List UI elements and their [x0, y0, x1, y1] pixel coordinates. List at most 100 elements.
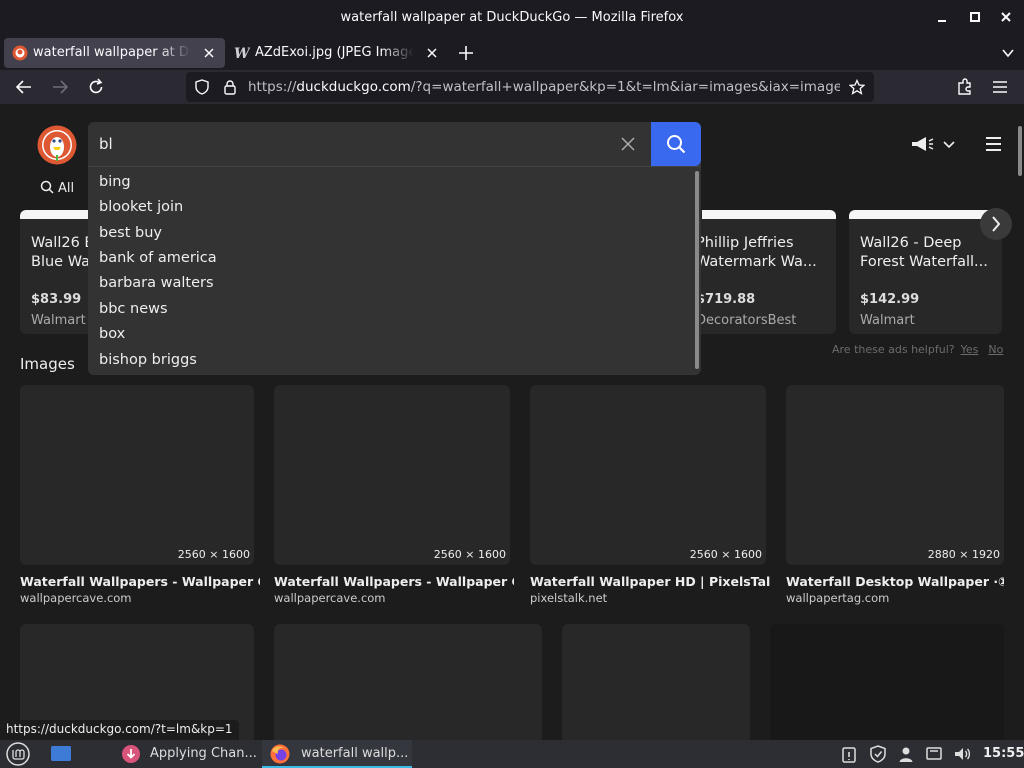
image-tile[interactable]: 2560 × 1600 — [530, 385, 766, 565]
window-title: waterfall wallpaper at DuckDuckGo — Mozi… — [340, 10, 684, 25]
ad-seller: DecoratorsBest — [696, 313, 797, 328]
image-tile[interactable]: 2880 × 1920 — [786, 385, 1004, 565]
clock: 15:55 — [983, 746, 1024, 761]
tracking-protection-shield-icon[interactable] — [194, 79, 210, 99]
search-suggestions-dropdown: bing blooket join best buy bank of ameri… — [88, 166, 701, 375]
suggestions-scrollbar[interactable] — [695, 171, 699, 369]
image-tile[interactable] — [770, 624, 1004, 740]
url-path: /?q=waterfall+wallpaper&kp=1&t=lm&iar=im… — [410, 79, 840, 95]
image-title[interactable]: Waterfall Wallpapers - Wallpaper Cave — [274, 574, 514, 589]
suggestion-item[interactable]: bing — [99, 174, 131, 190]
url-bar[interactable]: https://duckduckgo.com/?q=waterfall+wall… — [186, 72, 874, 102]
suggestion-item[interactable]: bbc news — [99, 301, 168, 317]
image-dimensions: 2880 × 1920 — [927, 548, 1000, 561]
ad-image — [702, 210, 836, 219]
lock-icon[interactable] — [222, 79, 238, 99]
volume-tray-icon[interactable] — [953, 745, 971, 763]
show-desktop-icon[interactable] — [50, 744, 72, 764]
app-menu-icon[interactable] — [990, 77, 1010, 97]
page-scrollbar[interactable] — [1018, 126, 1022, 176]
ads-feedback-no[interactable]: No — [988, 343, 1003, 356]
search-input[interactable] — [88, 122, 651, 166]
image-tile[interactable] — [274, 624, 542, 740]
taskbar-item-update-manager[interactable]: Applying Chan... — [116, 740, 258, 768]
reload-icon[interactable] — [86, 77, 106, 97]
taskbar-item-label: waterfall wallp... — [301, 746, 409, 761]
image-source[interactable]: wallpapertag.com — [786, 591, 889, 605]
ad-title: Wall26 - Deep Forest Waterfall... — [860, 235, 988, 270]
suggestion-item[interactable]: box — [99, 326, 125, 342]
image-tile[interactable]: 2560 × 1600 — [274, 385, 510, 565]
search-icon — [667, 135, 686, 154]
image-source[interactable]: wallpapercave.com — [20, 591, 132, 605]
tab-bar: waterfall wallpaper at DuckDuckGo W AZdE… — [0, 36, 1024, 70]
update-manager-icon — [122, 745, 140, 763]
ads-feedback-yes[interactable]: Yes — [961, 343, 979, 356]
taskbar-item-firefox[interactable]: waterfall wallp... — [262, 740, 412, 768]
ad-card[interactable]: Phillip Jeffries Watermark Wa... $719.88… — [684, 210, 836, 334]
ad-price: $83.99 — [31, 292, 82, 307]
feedback-megaphone-button[interactable] — [910, 134, 955, 154]
w-favicon-icon: W — [234, 45, 251, 62]
image-tile[interactable]: 2560 × 1600 — [20, 385, 254, 565]
network-tray-icon[interactable] — [925, 745, 943, 763]
url-text[interactable]: https://duckduckgo.com/?q=waterfall+wall… — [248, 79, 840, 95]
mint-menu-icon[interactable] — [6, 742, 30, 766]
images-heading: Images — [20, 355, 75, 373]
bookmark-star-icon[interactable] — [848, 78, 866, 99]
image-title[interactable]: Waterfall Wallpapers - Wallpaper Cave — [20, 574, 260, 589]
user-tray-icon[interactable] — [897, 745, 915, 763]
image-source[interactable]: wallpapercave.com — [274, 591, 386, 605]
tab-label: AZdExoi.jpg (JPEG Image, 1440 — [255, 45, 414, 60]
forward-icon[interactable] — [50, 77, 70, 97]
duckduckgo-logo-icon[interactable] — [37, 125, 77, 165]
shield-tray-icon[interactable] — [869, 745, 887, 763]
carousel-next-button[interactable] — [980, 208, 1012, 240]
firefox-icon — [270, 744, 290, 764]
clipboard-tray-icon[interactable] — [840, 745, 858, 763]
new-tab-icon[interactable] — [457, 44, 475, 62]
hamburger-menu-icon[interactable] — [984, 135, 1004, 153]
megaphone-icon — [912, 137, 955, 151]
suggestion-item[interactable]: barbara walters — [99, 275, 214, 291]
tab-ddg-search[interactable]: waterfall wallpaper at DuckDuckGo — [4, 38, 225, 68]
navigation-toolbar: https://duckduckgo.com/?q=waterfall+wall… — [0, 70, 1024, 104]
suggestion-item[interactable]: bank of america — [99, 250, 217, 266]
page-content: All Wall26 B Blue Wa $83.99 Walmart Phil… — [0, 104, 1024, 740]
close-window-icon[interactable] — [998, 9, 1014, 25]
image-dimensions: 2560 × 1600 — [433, 548, 506, 561]
search-small-icon — [40, 180, 54, 194]
ad-seller: Walmart — [31, 313, 86, 328]
tab-all[interactable]: All — [40, 180, 74, 196]
image-title[interactable]: Waterfall Desktop Wallpaper ·① Wa... — [786, 574, 1004, 589]
back-icon[interactable] — [14, 77, 34, 97]
list-all-tabs-icon[interactable] — [1000, 45, 1016, 61]
image-tile[interactable] — [562, 624, 750, 740]
tab-all-label: All — [58, 181, 75, 196]
maximize-icon[interactable] — [967, 9, 983, 25]
minimize-icon[interactable] — [935, 9, 951, 25]
taskbar-item-label: Applying Chan... — [150, 746, 257, 761]
ads-feedback-question: Are these ads helpful? — [832, 343, 955, 356]
search-button[interactable] — [651, 122, 701, 166]
tab-label: waterfall wallpaper at DuckDuckGo — [33, 45, 191, 60]
suggestion-item[interactable]: best buy — [99, 225, 162, 241]
clear-search-icon[interactable] — [620, 136, 636, 152]
close-tab-icon[interactable] — [424, 45, 440, 61]
ad-seller: Walmart — [860, 313, 915, 328]
image-title[interactable]: Waterfall Wallpaper HD | PixelsTalk.Net — [530, 574, 770, 589]
suggestion-item[interactable]: blooket join — [99, 199, 183, 215]
image-source[interactable]: pixelstalk.net — [530, 591, 607, 605]
image-dimensions: 2560 × 1600 — [689, 548, 762, 561]
url-prefix: https:// — [248, 79, 297, 95]
ads-feedback: Are these ads helpful? Yes No — [832, 343, 1003, 356]
chevron-right-icon — [992, 216, 1001, 232]
ad-price: $142.99 — [860, 292, 920, 307]
close-tab-icon[interactable] — [201, 45, 217, 61]
ad-price: $719.88 — [696, 292, 756, 307]
suggestion-item[interactable]: bishop briggs — [99, 352, 197, 368]
extensions-puzzle-icon[interactable] — [955, 77, 975, 97]
image-dimensions: 2560 × 1600 — [177, 548, 250, 561]
tab-jpeg-image[interactable]: W AZdExoi.jpg (JPEG Image, 1440 — [226, 38, 448, 68]
svg-text:W: W — [234, 46, 250, 61]
